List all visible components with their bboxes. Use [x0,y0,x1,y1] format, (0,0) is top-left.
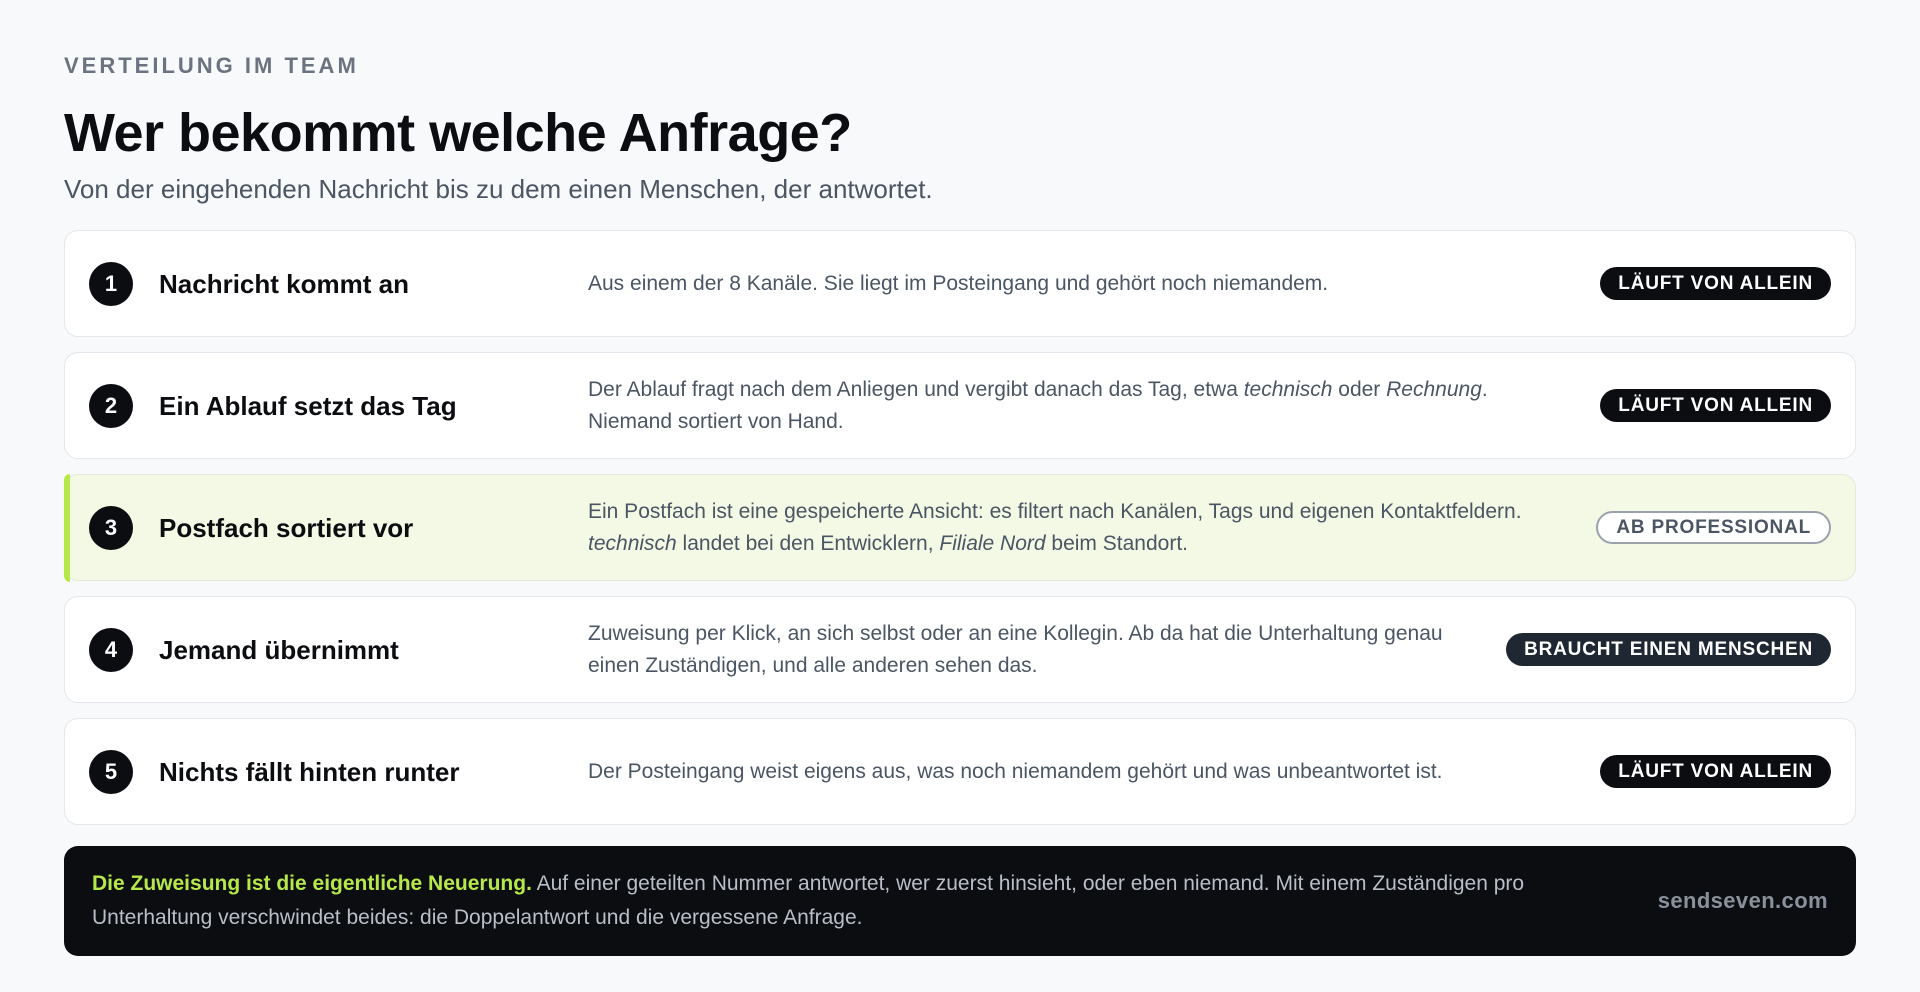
tag-term: Filiale Nord [939,531,1046,555]
step-description: Der Posteingang weist eigens aus, was no… [588,756,1600,788]
step-description-text: Aus einem der 8 Kanäle. Sie liegt im Pos… [588,271,1329,295]
step-description-text: landet bei den Entwicklern, [676,531,940,555]
eyebrow-label: VERTEILUNG IM TEAM [64,53,359,78]
step-description-text: Der Posteingang weist eigens aus, was no… [588,759,1443,783]
step-number-badge: 1 [89,261,133,306]
page: VERTEILUNG IM TEAM Wer bekommt welche An… [0,0,1920,992]
step-description-text: oder [1332,377,1387,401]
status-badge: LÄUFT VON ALLEIN [1600,267,1831,300]
plan-badge: AB PROFESSIONAL [1596,511,1831,544]
step-description: Aus einem der 8 Kanäle. Sie liegt im Pos… [588,268,1600,300]
tag-term: Rechnung [1386,377,1482,401]
step-card-2: 2 Ein Ablauf setzt das Tag Der Ablauf fr… [64,352,1856,459]
step-number-badge: 5 [89,749,133,794]
footer-text: Die Zuweisung ist die eigentliche Neueru… [92,867,1658,935]
step-number-badge: 4 [89,627,133,672]
step-number-badge: 3 [89,505,133,550]
step-description-text: Der Ablauf fragt nach dem Anliegen und v… [588,377,1244,401]
page-subtitle: Von der eingehenden Nachricht bis zu dem… [64,174,933,204]
step-title: Nichts fällt hinten runter [159,756,460,787]
step-description-text: Zuweisung per Klick, an sich selbst oder… [588,621,1443,677]
status-badge: LÄUFT VON ALLEIN [1600,755,1831,788]
steps-list: 1 Nachricht kommt an Aus einem der 8 Kan… [63,230,1856,825]
step-card-4: 4 Jemand übernimmt Zuweisung per Klick, … [64,596,1856,703]
step-title: Ein Ablauf setzt das Tag [159,390,457,421]
status-badge: BRAUCHT EINEN MENSCHEN [1506,633,1831,666]
step-title: Nachricht kommt an [159,268,409,299]
step-card-5: 5 Nichts fällt hinten runter Der Postein… [64,718,1856,825]
step-description-text: Ein Postfach ist eine gespeicherte Ansic… [588,499,1522,523]
status-badge: LÄUFT VON ALLEIN [1600,389,1831,422]
step-title: Postfach sortiert vor [159,512,414,543]
page-title: Wer bekommt welche Anfrage? [64,103,852,163]
footer-highlight: Die Zuweisung ist die eigentliche Neueru… [92,872,532,895]
step-card-1: 1 Nachricht kommt an Aus einem der 8 Kan… [64,230,1856,337]
step-number-badge: 2 [89,383,133,428]
step-card-3: 3 Postfach sortiert vor Ein Postfach ist… [63,473,1856,582]
tag-term: technisch [588,531,677,555]
step-title: Jemand übernimmt [159,634,399,665]
step-description: Ein Postfach ist eine gespeicherte Ansic… [588,496,1596,560]
brand-link[interactable]: sendseven.com [1658,888,1828,914]
step-description: Zuweisung per Klick, an sich selbst oder… [588,618,1506,682]
tag-term: technisch [1243,377,1333,401]
step-description: Der Ablauf fragt nach dem Anliegen und v… [588,374,1600,438]
footer-callout: Die Zuweisung ist die eigentliche Neueru… [64,846,1856,956]
step-description-text: beim Standort. [1045,531,1188,555]
